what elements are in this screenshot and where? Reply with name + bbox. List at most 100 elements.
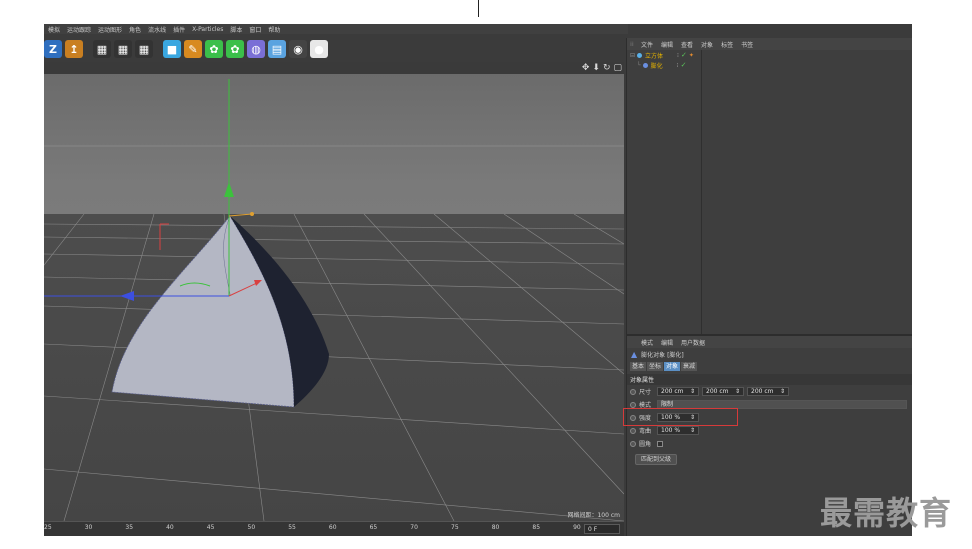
timeline-tick-label: 30	[84, 524, 93, 531]
cube-object-icon	[637, 52, 643, 58]
object-name-puff[interactable]: 膨化	[651, 61, 663, 70]
animate-radio-icon[interactable]	[630, 427, 636, 434]
render-settings-icon[interactable]: ▦	[135, 40, 153, 58]
am-menu-edit[interactable]: 编辑	[661, 338, 673, 347]
toggle-view-icon[interactable]: ▢	[613, 63, 622, 73]
object-row-cube[interactable]: ⊟ 立方体 ⁝ ✓ ✦	[627, 50, 912, 60]
menu-item-motion-tracking[interactable]: 运动跟踪	[67, 25, 91, 34]
timeline-tick-label: 85	[532, 524, 541, 531]
tab-coord[interactable]: 坐标	[647, 361, 664, 371]
current-frame-field[interactable]: 0 F	[584, 524, 620, 534]
menu-item-pipeline[interactable]: 流水线	[148, 25, 166, 34]
animate-radio-icon[interactable]	[630, 440, 636, 447]
timeline-tick-label: 90	[573, 524, 581, 531]
timeline-tick-label: 25	[44, 524, 52, 531]
timeline-ruler[interactable]: 25 30 35 40 45 50 55 60 65 70 75 80 85 90 0 F	[44, 521, 624, 536]
om-menu-object[interactable]: 对象	[701, 40, 713, 49]
menu-item-window[interactable]: 窗口	[249, 25, 261, 34]
array-generator-icon[interactable]: ✿	[226, 40, 244, 58]
om-menu-file[interactable]: 文件	[641, 40, 653, 49]
menu-item-xparticles[interactable]: X-Particles	[192, 26, 223, 33]
om-menu-edit[interactable]: 编辑	[661, 40, 673, 49]
grid-spacing-label: 网格间距：100 cm	[567, 512, 620, 519]
attribute-tabs: 基本 坐标 对象 衰减	[627, 361, 912, 371]
viewport-scene	[44, 79, 624, 521]
enabled-check-icon[interactable]: ✓	[681, 51, 687, 59]
size-label: 尺寸	[639, 389, 652, 396]
curvature-label: 弯曲	[639, 428, 652, 435]
curvature-field[interactable]: 100 % ⇕	[657, 426, 699, 435]
visibility-dots-icon[interactable]: ⁝	[677, 52, 679, 59]
nurbs-generator-icon[interactable]: ✿	[205, 40, 223, 58]
timeline-tick-label: 70	[410, 524, 418, 531]
puffed-cube-object[interactable]	[111, 215, 329, 408]
strength-property: 强度 100 % ⇕	[623, 408, 912, 426]
tab-object[interactable]: 对象	[664, 361, 681, 371]
timeline-tick-label: 40	[166, 524, 174, 531]
collapse-toggle-icon[interactable]: ⊟	[630, 52, 635, 59]
om-menu-tags[interactable]: 标签	[721, 40, 733, 49]
viewport-nav: ✥ ⬇ ↻ ▢	[582, 63, 622, 73]
object-row-puff[interactable]: └ 膨化 ⁝ ✓	[627, 60, 912, 70]
pen-spline-icon[interactable]: ✎	[184, 40, 202, 58]
fit-to-parent-button[interactable]: 匹配到父级	[635, 454, 678, 465]
light-icon[interactable]: ●	[310, 40, 328, 58]
animate-radio-icon[interactable]	[630, 401, 636, 408]
visibility-dots-icon[interactable]: ⁝	[677, 62, 679, 69]
object-manager-menu: 文件 编辑 查看 对象 标签 书签	[627, 38, 912, 50]
rounded-checkbox[interactable]	[657, 440, 663, 447]
size-y-field[interactable]: 200 cm ⇕	[702, 387, 744, 396]
menu-item-script[interactable]: 脚本	[230, 25, 242, 34]
main-menu-bar: 模拟 运动跟踪 运动图形 角色 流水线 插件 X-Particles 脚本 窗口…	[44, 24, 628, 34]
menu-item-mograph[interactable]: 运动图形	[98, 25, 122, 34]
watermark-logo-text: 最需教育	[820, 494, 953, 532]
z-axis-lock-icon[interactable]: Z	[44, 40, 62, 58]
timeline-tick-label: 60	[328, 524, 337, 531]
floor-environment-icon[interactable]: ▤	[268, 40, 286, 58]
hierarchy-line-icon: └	[637, 61, 641, 69]
tab-basic[interactable]: 基本	[630, 361, 647, 371]
om-menu-view[interactable]: 查看	[681, 40, 693, 49]
enabled-check-icon[interactable]: ✓	[681, 61, 687, 69]
menu-item-simulate[interactable]: 模拟	[48, 25, 60, 34]
cinema4d-window: 模拟 运动跟踪 运动图形 角色 流水线 插件 X-Particles 脚本 窗口…	[44, 24, 912, 536]
object-name-cube[interactable]: 立方体	[645, 51, 663, 60]
zoom-view-icon[interactable]: ⬇	[592, 63, 600, 73]
om-menu-bookmarks[interactable]: 书签	[741, 40, 753, 49]
axis-gizmo[interactable]	[44, 79, 262, 301]
menu-item-character[interactable]: 角色	[129, 25, 141, 34]
puff-deformer-icon	[642, 62, 648, 68]
tab-falloff[interactable]: 衰减	[681, 361, 698, 371]
viewport-header: ✥ ⬇ ↻ ▢	[44, 62, 624, 74]
render-picture-viewer-icon[interactable]: ▦	[114, 40, 132, 58]
deformer-icon[interactable]: ◍	[247, 40, 265, 58]
am-menu-mode[interactable]: 模式	[641, 338, 653, 347]
size-z-field[interactable]: 200 cm ⇕	[747, 387, 789, 396]
cube-primitive-icon[interactable]: ■	[163, 40, 181, 58]
panel-grip-icon[interactable]: ⁞⁞	[630, 41, 634, 48]
rotate-view-icon[interactable]: ↻	[603, 63, 611, 73]
timeline-tick-label: 80	[491, 524, 500, 531]
animate-radio-icon[interactable]	[630, 388, 636, 395]
attribute-title-row: ▲ 膨化对象 [膨化]	[627, 348, 912, 361]
perspective-viewport[interactable]: 网格间距：100 cm	[44, 74, 624, 521]
attribute-manager-menu: 模式 编辑 用户数据	[627, 336, 912, 348]
size-x-field[interactable]: 200 cm ⇕	[657, 387, 699, 396]
object-manager-panel: ⁞⁞ 文件 编辑 查看 对象 标签 书签 ⊟ 立方体 ⁝ ✓ ✦ └ 膨化 ⁝ …	[626, 38, 912, 334]
menu-item-plugins[interactable]: 插件	[173, 25, 185, 34]
move-view-icon[interactable]: ✥	[582, 63, 590, 73]
rounded-property: 圆角	[627, 437, 912, 450]
timeline-tick-label: 35	[125, 524, 134, 531]
puff-deformer-icon: ▲	[631, 350, 638, 359]
render-view-icon[interactable]: ▦	[93, 40, 111, 58]
main-toolbar: Z ↥ ▦ ▦ ▦ ■ ✎ ✿ ✿ ◍ ▤ ◉ ●	[44, 36, 624, 62]
object-manager-column-divider[interactable]	[701, 50, 702, 334]
camera-icon[interactable]: ◉	[289, 40, 307, 58]
tag-icon[interactable]: ✦	[689, 52, 694, 59]
text-cursor-line	[478, 0, 479, 17]
size-property: 尺寸 200 cm ⇕ 200 cm ⇕ 200 cm ⇕	[627, 385, 912, 398]
timeline-tick-label: 45	[206, 524, 215, 531]
menu-item-help[interactable]: 帮助	[268, 25, 280, 34]
am-menu-user-data[interactable]: 用户数据	[681, 338, 705, 347]
world-coord-icon[interactable]: ↥	[65, 40, 83, 58]
